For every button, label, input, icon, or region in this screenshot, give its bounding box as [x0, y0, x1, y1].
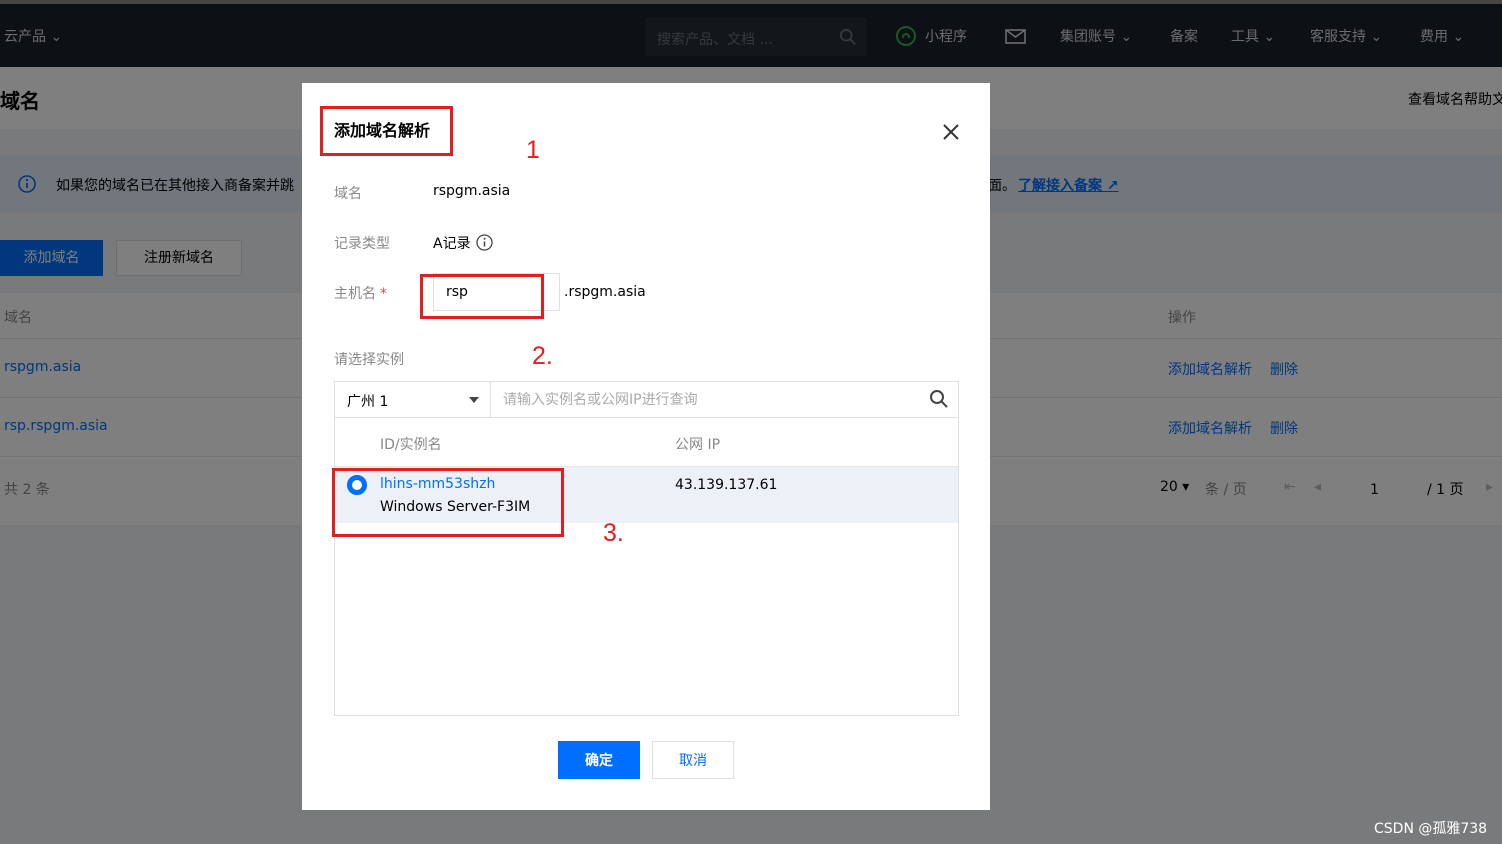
- close-icon[interactable]: [940, 121, 962, 143]
- region-select[interactable]: 广州 1: [334, 381, 491, 418]
- watermark: CSDN @孤雅738: [1374, 821, 1488, 837]
- info-icon[interactable]: [476, 234, 493, 251]
- id-column-header: ID/实例名: [380, 437, 442, 453]
- domain-value: rspgm.asia: [433, 183, 511, 199]
- annotation-box-title: [320, 106, 453, 156]
- annotation-number-3: 3.: [603, 519, 624, 547]
- instance-ip: 43.139.137.61: [675, 477, 778, 493]
- host-label: 主机名 *: [334, 283, 387, 303]
- record-type-value: A记录: [433, 236, 471, 252]
- cancel-button[interactable]: 取消: [652, 741, 734, 779]
- annotation-number-1: 1: [526, 136, 540, 164]
- ip-column-header: 公网 IP: [675, 437, 721, 453]
- caret-down-icon: [469, 397, 479, 403]
- add-dns-record-dialog: 添加域名解析 域名 rspgm.asia 记录类型 A记录 主机名* .rspg…: [302, 83, 990, 810]
- instance-label: 请选择实例: [334, 352, 404, 368]
- annotation-number-2: 2.: [532, 342, 553, 370]
- instance-table: ID/实例名 公网 IP lhins-mm53shzh Windows Serv…: [334, 417, 959, 716]
- confirm-button[interactable]: 确定: [558, 741, 640, 779]
- record-type-label: 记录类型: [334, 236, 390, 252]
- domain-label: 域名: [334, 186, 362, 202]
- annotation-box-host: [420, 274, 544, 319]
- host-label-text: 主机名: [334, 286, 376, 302]
- required-mark: *: [380, 286, 387, 302]
- region-value: 广州 1: [347, 394, 389, 410]
- search-icon[interactable]: [929, 389, 949, 409]
- annotation-box-instance: [332, 468, 564, 537]
- host-suffix: .rspgm.asia: [564, 284, 646, 300]
- instance-search-input[interactable]: [490, 381, 959, 418]
